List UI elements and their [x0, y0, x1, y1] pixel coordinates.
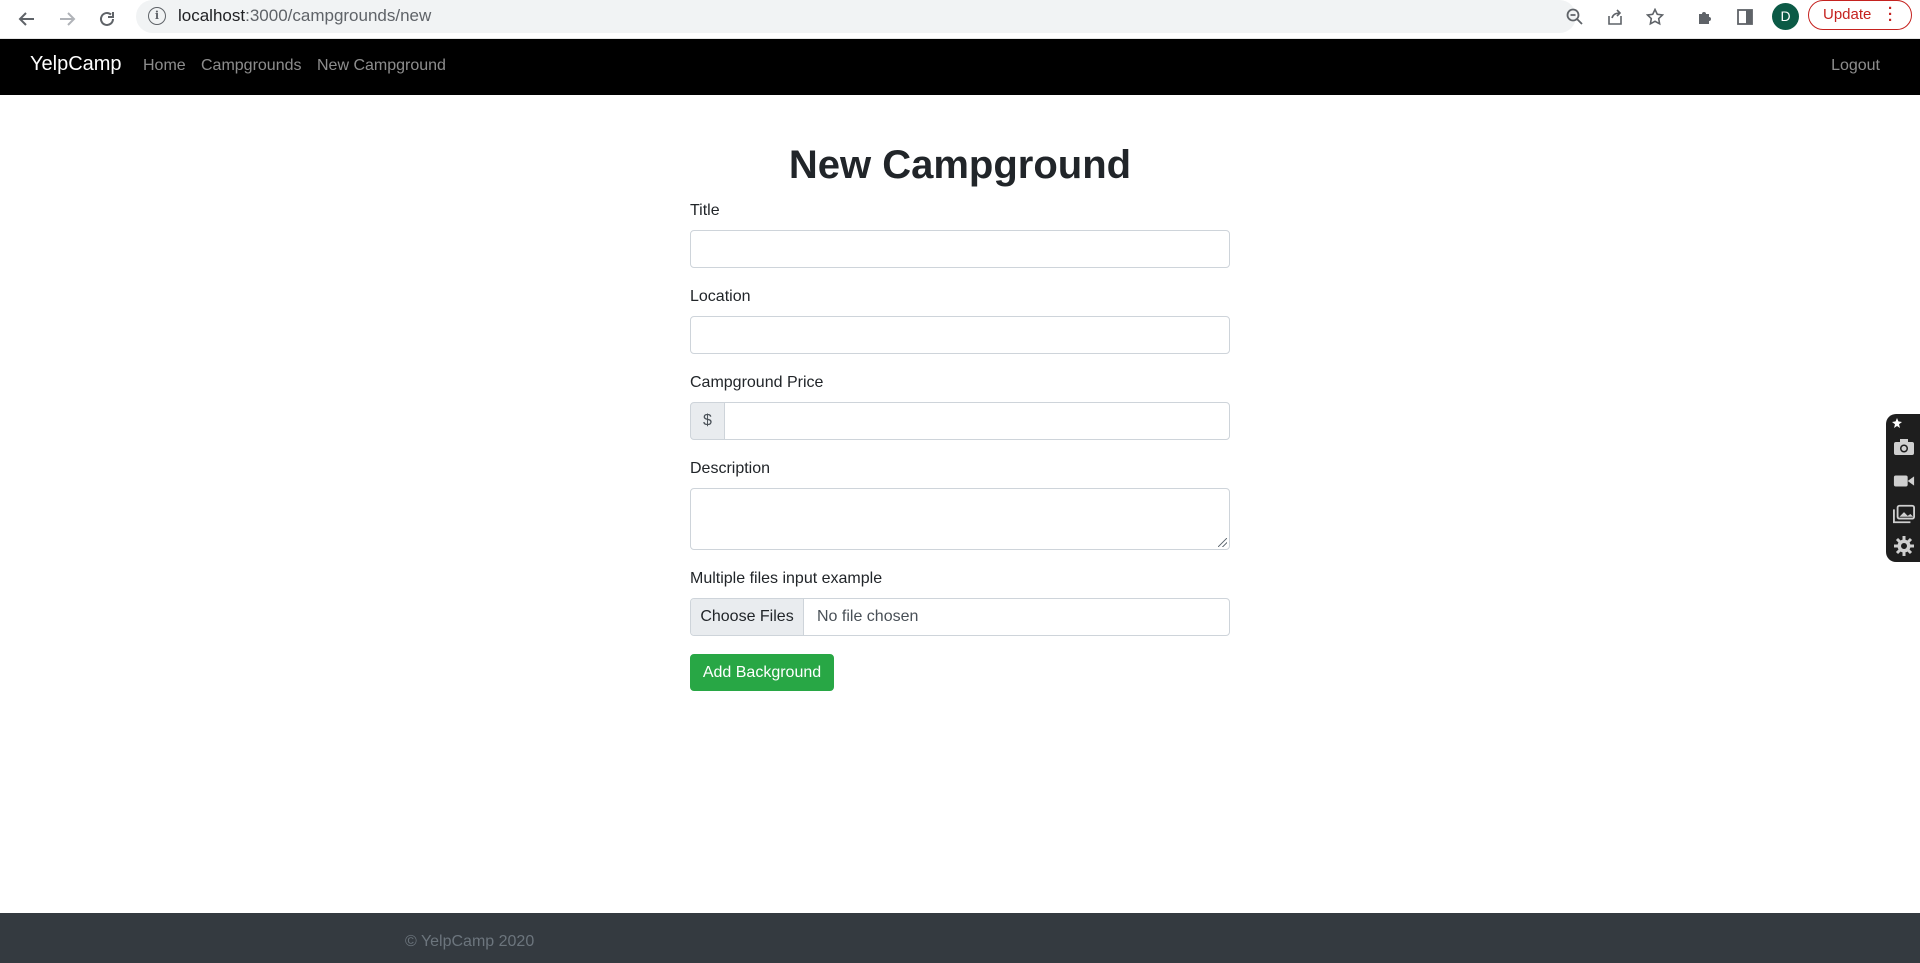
update-label: Update	[1823, 6, 1872, 23]
file-input[interactable]: Choose Files No file chosen	[690, 598, 1230, 636]
share-icon[interactable]	[1602, 4, 1628, 30]
extensions-icon[interactable]	[1692, 4, 1718, 30]
url-path: :3000/campgrounds/new	[245, 6, 432, 25]
choose-files-button[interactable]: Choose Files	[691, 599, 804, 635]
zoom-icon[interactable]	[1562, 4, 1588, 30]
title-input[interactable]	[690, 230, 1230, 268]
bookmark-star-icon[interactable]	[1642, 4, 1668, 30]
url-host: localhost	[178, 6, 246, 25]
screenshot-extension-toolbar	[1886, 414, 1920, 562]
price-label: Campground Price	[690, 374, 824, 391]
nav-link-new-campground[interactable]: New Campground	[317, 57, 446, 75]
add-campground-button[interactable]: Add Background	[690, 654, 834, 691]
back-icon[interactable]	[12, 4, 42, 34]
nav-link-campgrounds[interactable]: Campgrounds	[201, 57, 302, 75]
files-label: Multiple files input example	[690, 570, 883, 587]
gear-icon[interactable]	[1893, 535, 1915, 557]
location-input[interactable]	[690, 316, 1230, 354]
forward-icon[interactable]	[52, 4, 82, 34]
profile-avatar[interactable]: D	[1772, 3, 1799, 30]
nav-link-home[interactable]: Home	[143, 57, 186, 75]
site-info-icon[interactable]: i	[148, 7, 166, 25]
page-title: New Campground	[788, 143, 1132, 187]
page-footer: © YelpCamp 2020	[0, 913, 1920, 963]
video-icon[interactable]	[1893, 470, 1915, 492]
pin-icon[interactable]	[1890, 416, 1904, 430]
location-label: Location	[690, 288, 751, 305]
file-status: No file chosen	[817, 608, 919, 625]
camera-icon[interactable]	[1893, 436, 1915, 458]
title-label: Title	[690, 202, 720, 219]
url-text[interactable]: localhost:3000/campgrounds/new	[178, 6, 431, 26]
browser-toolbar: i localhost:3000/campgrounds/new D Updat…	[0, 0, 1920, 39]
gallery-icon[interactable]	[1893, 503, 1915, 525]
nav-link-logout[interactable]: Logout	[1831, 57, 1880, 75]
brand-link[interactable]: YelpCamp	[30, 53, 122, 76]
price-prefix: $	[690, 402, 725, 440]
resize-handle[interactable]	[1218, 538, 1227, 547]
description-label: Description	[690, 460, 771, 477]
reload-icon[interactable]	[92, 4, 122, 34]
update-button[interactable]: Update	[1808, 0, 1912, 30]
price-input[interactable]	[724, 402, 1230, 440]
footer-copyright: © YelpCamp 2020	[405, 933, 535, 950]
more-menu-icon[interactable]: · · ·	[1888, 1, 1893, 28]
side-panel-icon[interactable]	[1732, 4, 1758, 30]
app-navbar: YelpCamp Home Campgrounds New Campground…	[0, 39, 1920, 95]
description-textarea[interactable]	[690, 488, 1230, 550]
